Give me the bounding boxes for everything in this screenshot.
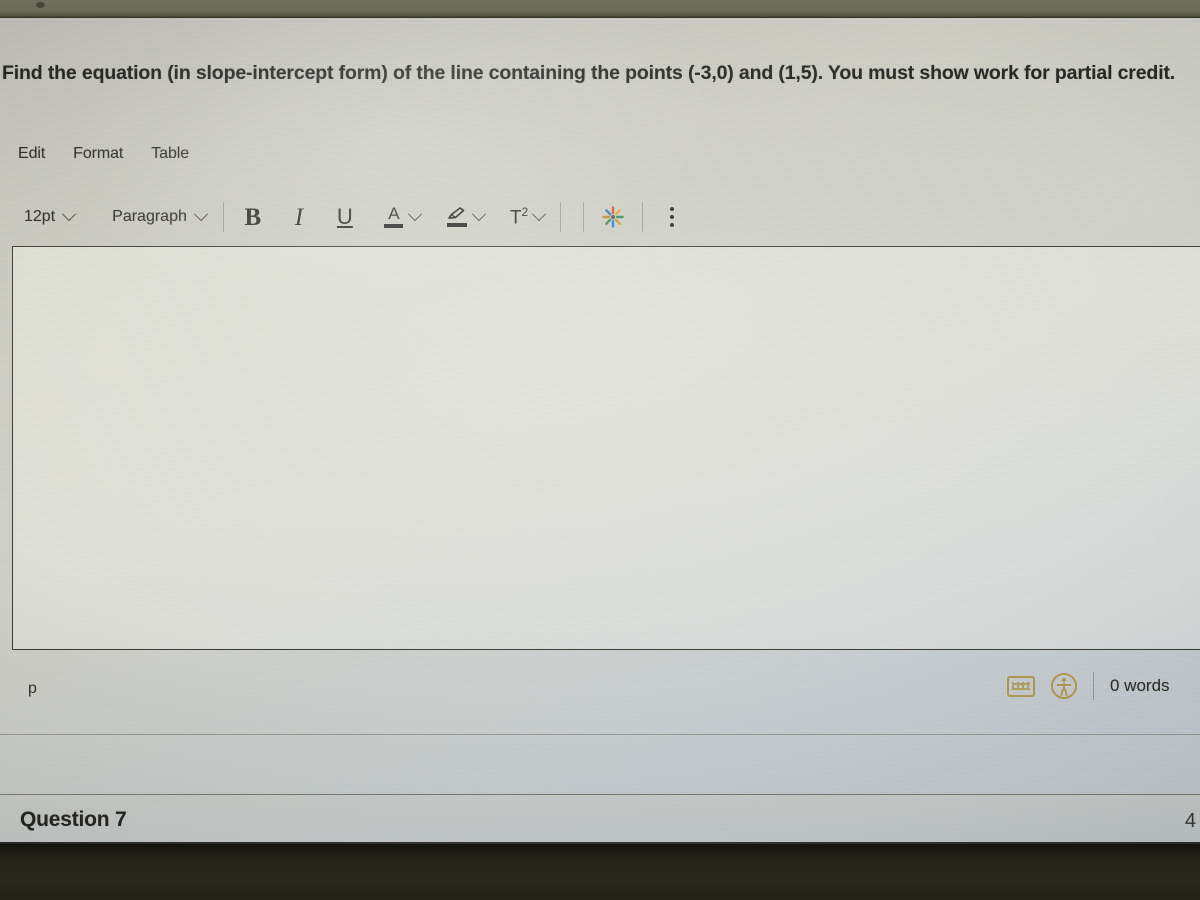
question-footer: Question 7 4	[0, 794, 1200, 842]
kebab-dot	[670, 207, 675, 211]
screen-area: Find the equation (in slope-intercept fo…	[0, 18, 1200, 842]
highlight-swatch	[446, 223, 467, 227]
underline-button[interactable]: U	[327, 200, 363, 234]
chevron-down-icon	[62, 207, 77, 222]
a11y-leg-right	[1064, 688, 1068, 697]
rich-text-editor-body[interactable]	[12, 246, 1200, 650]
photographed-screen: Find the equation (in slope-intercept fo…	[0, 0, 1200, 900]
text-color-button[interactable]: A	[379, 200, 425, 234]
toolbar-separator	[560, 202, 562, 232]
highlight-pen-icon	[446, 205, 468, 229]
superscript-button[interactable]: T2	[505, 200, 549, 234]
section-divider	[0, 734, 1200, 735]
accessibility-checker-icon[interactable]	[1051, 673, 1077, 699]
block-format-value: Paragraph	[112, 208, 187, 225]
apps-button[interactable]	[595, 200, 631, 234]
keyboard-shortcuts-icon[interactable]	[1007, 675, 1035, 697]
bold-button[interactable]: B	[235, 200, 271, 234]
toolbar-separator	[583, 202, 585, 232]
chevron-down-icon[interactable]	[407, 207, 422, 222]
highlight-color-button[interactable]	[441, 200, 489, 234]
italic-icon: I	[294, 203, 304, 231]
underline-icon: U	[336, 204, 353, 229]
superscript-base: T	[509, 207, 522, 229]
toolbar-separator	[642, 202, 644, 232]
device-bezel-bottom	[0, 842, 1200, 900]
editor-toolbar: 12pt Paragraph B I U A T2	[18, 196, 690, 238]
font-size-value: 12pt	[24, 208, 56, 225]
question-footer-top-rule	[0, 794, 1200, 795]
menu-item-edit[interactable]: Edit	[18, 145, 45, 163]
apps-sparkle-icon	[601, 205, 625, 229]
statusbar-separator	[1093, 672, 1094, 700]
word-count-label: 0 words	[1110, 676, 1170, 695]
text-color-icon: A	[384, 205, 404, 229]
kebab-dot	[670, 223, 675, 227]
chevron-down-icon	[193, 207, 208, 222]
question-prompt: Find the equation (in slope-intercept fo…	[2, 62, 1176, 84]
font-size-select[interactable]: 12pt	[18, 207, 80, 226]
text-color-letter: A	[388, 204, 400, 223]
element-path-indicator[interactable]: p	[28, 680, 37, 698]
kebab-dot	[670, 215, 675, 219]
menu-item-format[interactable]: Format	[73, 145, 123, 163]
statusbar-right-group: 0 words	[1007, 672, 1188, 700]
overflow-menu-button[interactable]	[654, 200, 690, 234]
bezel-edge-highlight	[0, 842, 1200, 844]
bezel-camera-dot	[36, 2, 45, 8]
a11y-head	[1062, 678, 1066, 682]
italic-button[interactable]: I	[281, 200, 317, 234]
device-bezel-top	[0, 0, 1200, 18]
bold-icon: B	[244, 203, 262, 231]
page-content: Find the equation (in slope-intercept fo…	[0, 18, 1200, 842]
editor-statusbar: p 0 words	[0, 658, 1200, 728]
kebab-menu-icon	[662, 205, 682, 229]
text-color-swatch	[384, 224, 404, 228]
toolbar-separator	[222, 202, 224, 232]
question-title: Question 7	[20, 808, 127, 831]
question-points: 4	[1184, 810, 1196, 832]
editor-menubar: Edit Format Table	[18, 140, 189, 168]
superscript-icon: T2	[510, 206, 528, 227]
chevron-down-icon[interactable]	[471, 207, 486, 222]
keyboard-keys	[1012, 681, 1030, 690]
block-format-select[interactable]: Paragraph	[106, 207, 212, 226]
superscript-exponent: 2	[521, 205, 529, 220]
menu-item-table[interactable]: Table	[151, 145, 189, 163]
chevron-down-icon[interactable]	[532, 207, 547, 222]
